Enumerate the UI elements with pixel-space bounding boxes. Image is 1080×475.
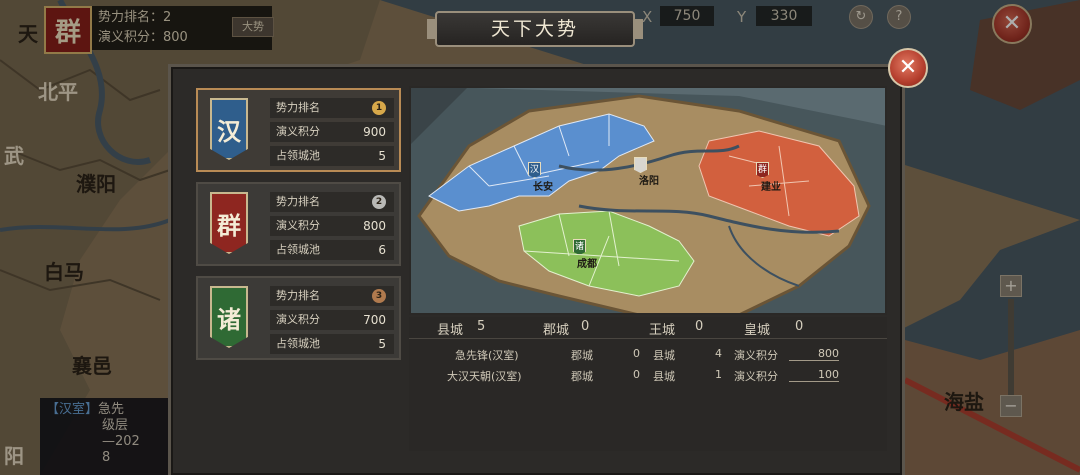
score-label: 演义积分 xyxy=(734,370,778,383)
rank-label: 势力排名 xyxy=(276,195,320,208)
city-type-value: 0 xyxy=(581,319,590,334)
city-type-label: 王城 xyxy=(649,323,676,338)
score-label: 演义积分 xyxy=(734,349,778,362)
cities-value: 5 xyxy=(378,337,386,351)
city-type-label: 县城 xyxy=(437,323,464,338)
commandery-label: 郡城 xyxy=(571,349,593,362)
score-label: 演义积分 xyxy=(276,125,320,138)
city-banner: 汉 xyxy=(528,162,541,178)
faction-card[interactable]: 群 势力排名 2 演义积分 800 占领城池 6 xyxy=(196,182,401,266)
alliance-name: 大汉天朝(汉室) xyxy=(447,370,522,383)
cities-label: 占领城池 xyxy=(276,243,320,256)
commandery-value: 0 xyxy=(633,368,640,381)
rank-label: 势力排名 xyxy=(276,101,320,114)
county-value: 1 xyxy=(715,368,722,381)
city-banner: 群 xyxy=(756,162,769,178)
score-value: 700 xyxy=(363,313,386,327)
commandery-value: 0 xyxy=(633,347,640,360)
rank-medal-icon: 2 xyxy=(372,195,386,209)
score-label: 演义积分 xyxy=(276,313,320,326)
dialog-title: 天下大势 xyxy=(427,11,643,47)
county-label: 县城 xyxy=(653,370,675,383)
city-type-value: 0 xyxy=(795,319,804,334)
territory-stats: 县城 5 郡城 0 王城 0 皇城 0 急先锋(汉室) 郡城 0 县城 4 演义… xyxy=(409,317,887,451)
alliance-row[interactable]: 急先锋(汉室) 郡城 0 县城 4 演义积分 800 xyxy=(409,344,887,364)
close-icon[interactable]: ✕ xyxy=(888,48,928,88)
faction-banner: 汉 xyxy=(210,98,248,160)
alliance-row[interactable]: 大汉天朝(汉室) 郡城 0 县城 1 演义积分 100 xyxy=(409,365,887,385)
score-value: 800 xyxy=(363,219,386,233)
cities-label: 占领城池 xyxy=(276,149,320,162)
territory-map-art xyxy=(409,86,887,315)
faction-banner: 诸 xyxy=(210,286,248,348)
cities-value: 6 xyxy=(378,243,386,257)
rank-medal-icon: 1 xyxy=(372,101,386,115)
city-banner xyxy=(634,157,647,173)
city-type-value: 0 xyxy=(695,319,704,334)
territory-map[interactable]: 汉 长安 洛阳 群 建业 诸 成都 xyxy=(409,86,887,315)
city-type-value: 5 xyxy=(477,319,486,334)
city-label[interactable]: 建业 xyxy=(761,178,781,193)
rank-label: 势力排名 xyxy=(276,289,320,302)
rank-medal-icon: 3 xyxy=(372,289,386,303)
faction-banner: 群 xyxy=(210,192,248,254)
city-banner: 诸 xyxy=(573,239,586,255)
cities-label: 占领城池 xyxy=(276,337,320,350)
score-value: 800 xyxy=(789,347,839,361)
alliance-name: 急先锋(汉室) xyxy=(455,349,519,362)
cities-value: 5 xyxy=(378,149,386,163)
faction-card[interactable]: 汉 势力排名 1 演义积分 900 占领城池 5 xyxy=(196,88,401,172)
county-label: 县城 xyxy=(653,349,675,362)
score-label: 演义积分 xyxy=(276,219,320,232)
city-type-summary: 县城 5 郡城 0 王城 0 皇城 0 xyxy=(409,317,887,339)
city-label[interactable]: 长安 xyxy=(533,178,553,193)
faction-card[interactable]: 诸 势力排名 3 演义积分 700 占领城池 5 xyxy=(196,276,401,360)
city-label[interactable]: 洛阳 xyxy=(639,172,659,187)
city-label[interactable]: 成都 xyxy=(577,255,597,270)
score-value: 900 xyxy=(363,125,386,139)
city-type-label: 郡城 xyxy=(543,323,570,338)
commandery-label: 郡城 xyxy=(571,370,593,383)
county-value: 4 xyxy=(715,347,722,360)
score-value: 100 xyxy=(789,368,839,382)
city-type-label: 皇城 xyxy=(744,323,771,338)
